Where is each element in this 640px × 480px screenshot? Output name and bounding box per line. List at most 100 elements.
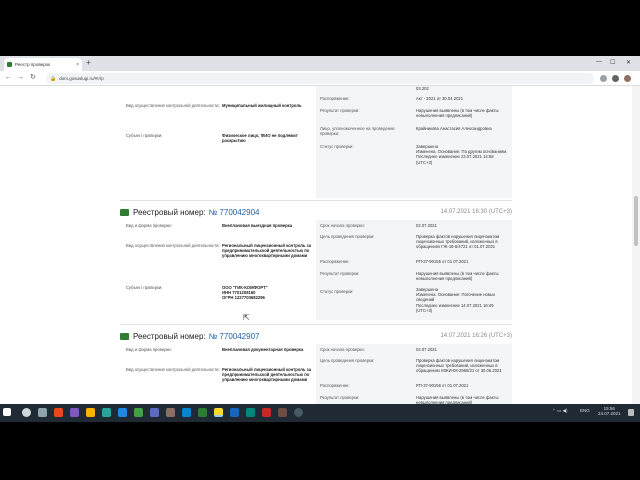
app-icon[interactable] bbox=[134, 408, 143, 417]
app-icon[interactable] bbox=[278, 408, 287, 417]
top-right-value-0: 03.202 bbox=[416, 86, 429, 91]
rec2-value-activity: Региональный лицензионный контроль за пр… bbox=[222, 367, 312, 383]
top-value-subject: Физическое лицо, ФИО не подлежит раскрыт… bbox=[222, 133, 298, 144]
pdf-icon[interactable] bbox=[262, 408, 271, 417]
rec1-value-status: Завершена Изменена. Основание: Погочение… bbox=[416, 287, 496, 313]
extensions-icon[interactable] bbox=[612, 75, 619, 82]
back-icon[interactable]: ← bbox=[5, 74, 12, 82]
window-close-button[interactable]: ✕ bbox=[626, 59, 631, 66]
profile-avatar[interactable] bbox=[624, 75, 631, 82]
rec1-label-goal: Цель проведения проверки: bbox=[320, 234, 375, 239]
chrome-icon[interactable] bbox=[214, 408, 223, 417]
rec1-label-result: Результат проверки: bbox=[320, 271, 360, 276]
screen: Реестр проверок × + — ☐ ✕ ← → ↻ 🔒 dom.go… bbox=[0, 56, 640, 420]
start-icon[interactable] bbox=[3, 408, 11, 416]
rec2-label-order: Распоряжение: bbox=[320, 383, 350, 388]
rec1-value-result: Нарушения выявлены (в том числе факты не… bbox=[416, 271, 499, 282]
search-icon[interactable] bbox=[22, 408, 31, 417]
divider bbox=[120, 200, 512, 201]
tray-icons[interactable]: ⌃ ▭ ◀) bbox=[552, 408, 567, 413]
word-icon[interactable] bbox=[230, 408, 239, 417]
app-icon[interactable] bbox=[166, 408, 175, 417]
record-number-link[interactable]: № 770042904 bbox=[209, 208, 260, 217]
clock-date: 24.07.2021 bbox=[598, 411, 621, 416]
rec1-value-goal: Проверка фактов нарушения лицензиатом ли… bbox=[416, 234, 500, 250]
lock-icon: 🔒 bbox=[50, 75, 57, 82]
top-value-inspector: Крайникова Анастасия Александровна bbox=[416, 126, 492, 131]
top-label-inspector: Лицо, уполномоченное на проведение прове… bbox=[320, 126, 395, 137]
rec1-label-start: Срок начала проверки: bbox=[320, 223, 365, 228]
registry-icon bbox=[120, 332, 129, 340]
browser-tab-strip: Реестр проверок × + — ☐ ✕ bbox=[0, 56, 640, 71]
registry-icon bbox=[120, 208, 129, 216]
store-icon[interactable] bbox=[102, 408, 111, 417]
rec1-value-subject: ООО "ГИК-КОМФОРТ" ИНН 7701206160 ОГРН 12… bbox=[222, 285, 268, 301]
rec2-label-activity: Вид осуществления контрольной деятельнос… bbox=[126, 367, 220, 372]
rec1-label-activity: Вид осуществления контрольной деятельнос… bbox=[126, 243, 220, 248]
record-number-link[interactable]: № 770042907 bbox=[209, 332, 260, 341]
rec2-label-start: Срок начала проверки: bbox=[320, 347, 365, 352]
rec2-value-start: 02.07.2021 bbox=[416, 347, 437, 352]
divider bbox=[120, 324, 512, 325]
app-icon[interactable] bbox=[198, 408, 207, 417]
rec1-value-start: 02.07.2021 bbox=[416, 223, 437, 228]
top-label-order: Распоряжение: bbox=[320, 96, 350, 101]
record-header: Реестровый номер: № 770042907 14.07.2021… bbox=[120, 329, 512, 343]
record-date: 14.07.2021 16:26 (UTC+3) bbox=[440, 333, 512, 339]
record-date: 14.07.2021 16:30 (UTC+3) bbox=[440, 209, 512, 215]
rec1-label-type: Вид и форма проверки: bbox=[126, 223, 172, 228]
minimize-button[interactable]: — bbox=[596, 59, 602, 65]
record-title: Реестровый номер: bbox=[133, 331, 206, 341]
star-icon[interactable] bbox=[600, 75, 607, 82]
address-bar[interactable]: 🔒 dom.gosuslugi.ru/#!/rp bbox=[46, 73, 594, 84]
scrollbar-thumb[interactable] bbox=[634, 196, 638, 246]
address-bar-url: dom.gosuslugi.ru/#!/rp bbox=[59, 76, 104, 81]
app-icon[interactable] bbox=[294, 408, 303, 417]
app-icon[interactable] bbox=[150, 408, 159, 417]
reload-icon[interactable]: ↻ bbox=[30, 74, 36, 82]
rec2-label-result: Результат проверки: bbox=[320, 395, 360, 400]
site-favicon-icon bbox=[7, 62, 12, 67]
app-icon[interactable] bbox=[70, 408, 79, 417]
task-view-icon[interactable] bbox=[38, 408, 47, 417]
top-value-order: Акт - 2021 от 30.04.2021 bbox=[416, 96, 464, 101]
top-right-panel bbox=[316, 86, 512, 198]
rec2-value-goal: Проверка фактов нарушения лицензиатом ли… bbox=[416, 358, 502, 374]
clock[interactable]: 15:56 24.07.2021 bbox=[598, 406, 621, 416]
top-value-status: Завершена Изменена. Основание: По другим… bbox=[416, 144, 508, 165]
mouse-cursor: ⇱ bbox=[243, 313, 250, 322]
top-label-status: Статус проверки: bbox=[320, 144, 354, 149]
top-label-activity: Вид осуществления контрольной деятельнос… bbox=[126, 103, 220, 108]
page-content: 03.202 Распоряжение: Акт - 2021 от 30.04… bbox=[0, 86, 632, 420]
office-icon[interactable] bbox=[54, 408, 63, 417]
rec1-label-subject: Субъект проверки: bbox=[126, 285, 163, 290]
rec1-value-activity: Региональный лицензионный контроль за пр… bbox=[222, 243, 312, 259]
app-icon[interactable] bbox=[246, 408, 255, 417]
record-title: Реестровый номер: bbox=[133, 207, 206, 217]
top-value-result: Нарушения выявлены (в том числе факты не… bbox=[416, 108, 499, 119]
record-header: Реестровый номер: № 770042904 14.07.2021… bbox=[120, 205, 512, 219]
rec1-label-order: Распоряжение: bbox=[320, 259, 350, 264]
forward-icon[interactable]: → bbox=[17, 74, 24, 82]
page-scrollbar[interactable] bbox=[632, 86, 640, 420]
edge-icon[interactable] bbox=[118, 408, 127, 417]
tab-title: Реестр проверок bbox=[15, 62, 51, 67]
new-tab-button[interactable]: + bbox=[86, 58, 91, 68]
rec1-label-status: Статус проверки: bbox=[320, 289, 354, 294]
rec2-value-type: Внеплановая документарная проверка bbox=[222, 347, 304, 352]
tab-close-icon[interactable]: × bbox=[76, 62, 79, 68]
rec2-label-goal: Цель проведения проверки: bbox=[320, 358, 375, 363]
rec1-value-order: РП-37-90155 от 01.07.2021 bbox=[416, 259, 469, 264]
app-icon[interactable] bbox=[182, 408, 191, 417]
keyboard-language[interactable]: ENG bbox=[580, 408, 590, 413]
top-label-result: Результат проверки: bbox=[320, 108, 360, 113]
top-label-subject: Субъект проверки: bbox=[126, 133, 163, 138]
browser-tab[interactable]: Реестр проверок × bbox=[4, 58, 82, 71]
file-explorer-icon[interactable] bbox=[86, 408, 95, 417]
windows-taskbar: ⌃ ▭ ◀) ENG 15:56 24.07.2021 bbox=[0, 404, 640, 422]
maximize-button[interactable]: ☐ bbox=[610, 59, 615, 66]
top-value-activity: Муниципальный жилищный контроль bbox=[222, 103, 302, 108]
rec1-value-type: Внеплановая выездная проверка bbox=[222, 223, 293, 228]
rec2-value-order: РП-37-90156 от 01.07.2021 bbox=[416, 383, 469, 388]
notifications-icon[interactable] bbox=[628, 409, 634, 416]
